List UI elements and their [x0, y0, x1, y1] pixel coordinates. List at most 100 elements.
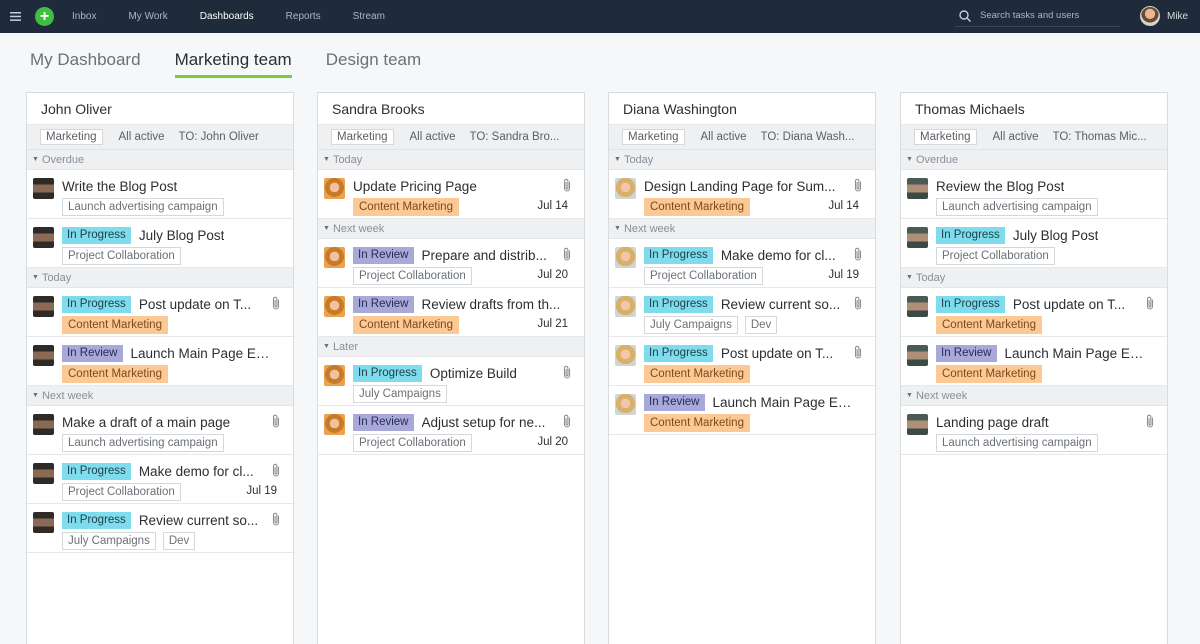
filter-status[interactable]: All active: [993, 131, 1039, 143]
task-title[interactable]: Launch Main Page Ex...: [1005, 346, 1146, 361]
folder-tag[interactable]: Dev: [162, 532, 196, 550]
task-title[interactable]: Update Pricing Page: [353, 179, 477, 194]
folder-tag[interactable]: July Campaigns: [62, 532, 156, 550]
folder-tag[interactable]: Content Marketing: [353, 198, 459, 216]
task-title[interactable]: Optimize Build: [430, 366, 517, 381]
task-title[interactable]: Launch Main Page Ex...: [131, 346, 272, 361]
folder-tag[interactable]: Content Marketing: [353, 316, 459, 334]
group-header[interactable]: ▼ Later: [318, 337, 584, 357]
folder-tag[interactable]: July Campaigns: [644, 316, 738, 334]
add-plus-icon[interactable]: +: [35, 7, 54, 26]
task-row[interactable]: Make a draft of a main page Launch advert…: [27, 406, 293, 455]
filter-assignee[interactable]: TO: John Oliver: [179, 131, 259, 143]
tab-my-dashboard[interactable]: My Dashboard: [30, 50, 141, 78]
task-row[interactable]: In Progress Optimize Build July Campaigns: [318, 357, 584, 406]
task-title[interactable]: Review drafts from th...: [422, 297, 561, 312]
folder-tag[interactable]: Content Marketing: [62, 365, 168, 383]
task-title[interactable]: Launch Main Page Ex...: [713, 395, 854, 410]
tab-design-team[interactable]: Design team: [326, 50, 421, 78]
folder-tag[interactable]: Content Marketing: [62, 316, 168, 334]
folder-tag[interactable]: Project Collaboration: [62, 247, 181, 265]
task-row[interactable]: In Progress Review current so... July Camp…: [27, 504, 293, 553]
group-header[interactable]: ▼ Overdue: [901, 150, 1167, 170]
folder-tag[interactable]: Launch advertising campaign: [936, 198, 1098, 216]
task-row[interactable]: In Review Launch Main Page Ex... Content M…: [901, 337, 1167, 386]
filter-folder[interactable]: Marketing: [914, 129, 977, 145]
task-row[interactable]: In Review Review drafts from th... Content…: [318, 288, 584, 337]
search-input[interactable]: [980, 10, 1120, 21]
filter-assignee[interactable]: TO: Sandra Bro...: [470, 131, 560, 143]
task-row[interactable]: Review the Blog Post Launch advertising c…: [901, 170, 1167, 219]
task-title[interactable]: Post update on T...: [139, 297, 251, 312]
group-header[interactable]: ▼ Today: [901, 268, 1167, 288]
task-title[interactable]: Review current so...: [139, 513, 258, 528]
group-header[interactable]: ▼ Today: [609, 150, 875, 170]
task-title[interactable]: Post update on T...: [721, 346, 833, 361]
task-row[interactable]: In Progress Post update on T... Content Ma…: [901, 288, 1167, 337]
task-row[interactable]: In Review Launch Main Page Ex... Content M…: [609, 386, 875, 435]
folder-tag[interactable]: Content Marketing: [936, 365, 1042, 383]
filter-status[interactable]: All active: [701, 131, 747, 143]
task-title[interactable]: Make a draft of a main page: [62, 415, 230, 430]
task-row[interactable]: Design Landing Page for Sum... Content Ma…: [609, 170, 875, 219]
search-icon[interactable]: [958, 9, 972, 23]
task-title[interactable]: July Blog Post: [139, 228, 225, 243]
task-row[interactable]: In Progress July Blog Post Project Collabo…: [27, 219, 293, 268]
nav-reports[interactable]: Reports: [270, 0, 337, 33]
task-row[interactable]: In Review Adjust setup for ne... Project C…: [318, 406, 584, 455]
task-row[interactable]: In Progress Make demo for cl... Project Co…: [609, 239, 875, 288]
folder-tag[interactable]: Project Collaboration: [936, 247, 1055, 265]
folder-tag[interactable]: Content Marketing: [936, 316, 1042, 334]
task-row[interactable]: In Progress Post update on T... Content Ma…: [27, 288, 293, 337]
task-title[interactable]: Post update on T...: [1013, 297, 1125, 312]
task-title[interactable]: Make demo for cl...: [721, 248, 836, 263]
task-title[interactable]: Write the Blog Post: [62, 179, 177, 194]
task-title[interactable]: July Blog Post: [1013, 228, 1099, 243]
group-header[interactable]: ▼ Today: [318, 150, 584, 170]
task-title[interactable]: Review the Blog Post: [936, 179, 1064, 194]
task-title[interactable]: Design Landing Page for Sum...: [644, 179, 835, 194]
filter-folder[interactable]: Marketing: [40, 129, 103, 145]
folder-tag[interactable]: Launch advertising campaign: [62, 434, 224, 452]
task-title[interactable]: Adjust setup for ne...: [422, 415, 546, 430]
group-header[interactable]: ▼ Overdue: [27, 150, 293, 170]
task-title[interactable]: Make demo for cl...: [139, 464, 254, 479]
group-header[interactable]: ▼ Next week: [27, 386, 293, 406]
nav-dashboards[interactable]: Dashboards: [184, 0, 270, 33]
filter-status[interactable]: All active: [410, 131, 456, 143]
filter-folder[interactable]: Marketing: [622, 129, 685, 145]
nav-stream[interactable]: Stream: [337, 0, 401, 33]
folder-tag[interactable]: Content Marketing: [644, 198, 750, 216]
folder-tag[interactable]: Content Marketing: [644, 414, 750, 432]
folder-tag[interactable]: July Campaigns: [353, 385, 447, 403]
group-header[interactable]: ▼ Next week: [609, 219, 875, 239]
filter-folder[interactable]: Marketing: [331, 129, 394, 145]
filter-assignee[interactable]: TO: Diana Wash...: [761, 131, 855, 143]
task-row[interactable]: In Review Prepare and distrib... Project C…: [318, 239, 584, 288]
task-row[interactable]: Landing page draft Launch advertising cam…: [901, 406, 1167, 455]
tab-marketing-team[interactable]: Marketing team: [174, 50, 292, 78]
folder-tag[interactable]: Content Marketing: [644, 365, 750, 383]
hamburger-menu-icon[interactable]: [0, 0, 30, 33]
task-row[interactable]: In Progress Make demo for cl... Project Co…: [27, 455, 293, 504]
task-row[interactable]: In Progress July Blog Post Project Collabo…: [901, 219, 1167, 268]
user-menu[interactable]: Mike: [1140, 6, 1188, 26]
folder-tag[interactable]: Launch advertising campaign: [62, 198, 224, 216]
folder-tag[interactable]: Project Collaboration: [353, 267, 472, 285]
group-header[interactable]: ▼ Next week: [318, 219, 584, 239]
task-title[interactable]: Review current so...: [721, 297, 840, 312]
filter-status[interactable]: All active: [119, 131, 165, 143]
folder-tag[interactable]: Project Collaboration: [644, 267, 763, 285]
filter-assignee[interactable]: TO: Thomas Mic...: [1053, 131, 1147, 143]
task-title[interactable]: Prepare and distrib...: [422, 248, 547, 263]
task-row[interactable]: In Progress Review current so... July Camp…: [609, 288, 875, 337]
task-title[interactable]: Landing page draft: [936, 415, 1049, 430]
folder-tag[interactable]: Project Collaboration: [353, 434, 472, 452]
folder-tag[interactable]: Dev: [744, 316, 778, 334]
task-row[interactable]: In Review Launch Main Page Ex... Content M…: [27, 337, 293, 386]
nav-inbox[interactable]: Inbox: [72, 0, 112, 33]
task-row[interactable]: Update Pricing Page Content Marketing Jul …: [318, 170, 584, 219]
task-row[interactable]: Write the Blog Post Launch advertising ca…: [27, 170, 293, 219]
folder-tag[interactable]: Launch advertising campaign: [936, 434, 1098, 452]
folder-tag[interactable]: Project Collaboration: [62, 483, 181, 501]
